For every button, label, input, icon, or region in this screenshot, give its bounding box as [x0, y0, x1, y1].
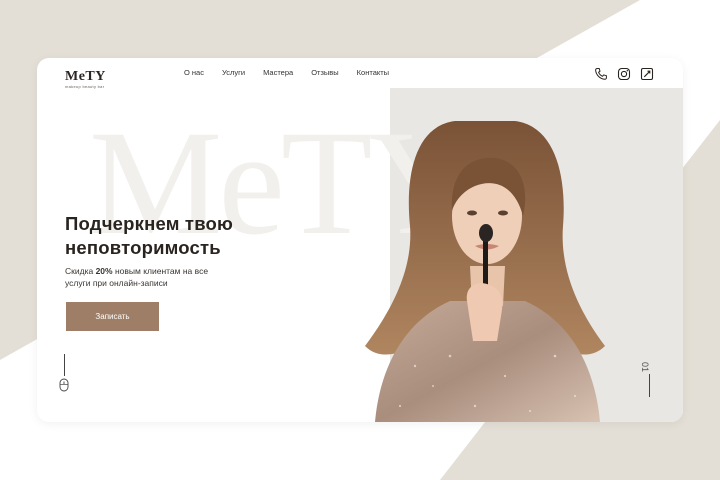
- nav-item-masters[interactable]: Мастера: [263, 68, 293, 77]
- nav-item-about[interactable]: О нас: [184, 68, 204, 77]
- header-icons: [594, 67, 654, 81]
- instagram-icon[interactable]: [617, 67, 631, 81]
- logo-subtitle: makeup beauty bar: [65, 84, 105, 89]
- phone-icon[interactable]: [594, 67, 608, 81]
- hero-subtitle-line-2: услуги при онлайн-записи: [65, 277, 168, 288]
- hero-subtitle-rest: новым клиентам на все: [112, 266, 209, 276]
- hero-title-line-1: Подчеркнем твою: [65, 213, 234, 234]
- book-button[interactable]: Записать: [66, 302, 159, 331]
- nav-item-contacts[interactable]: Контакты: [357, 68, 389, 77]
- logo-title: MeTY: [65, 69, 106, 84]
- slide-indicator-line: [649, 374, 650, 397]
- mouse-scroll-icon[interactable]: [59, 378, 69, 392]
- nav-item-services[interactable]: Услуги: [222, 68, 245, 77]
- nav-item-reviews[interactable]: Отзывы: [311, 68, 338, 77]
- landing-card: MeTY MeTY makeup beauty bar О нас Услуги…: [37, 58, 683, 422]
- scroll-indicator-line: [64, 354, 65, 376]
- site-logo[interactable]: MeTY makeup beauty bar: [65, 70, 106, 89]
- hero-title: Подчеркнем твою неповторимость: [65, 212, 325, 260]
- discount-value: 20%: [95, 266, 113, 276]
- hero-title-line-2: неповторимость: [65, 237, 221, 258]
- booking-icon[interactable]: [640, 67, 654, 81]
- hero-subtitle-prefix: Скидка: [65, 266, 96, 276]
- hero-subtitle: Скидка 20% новым клиентам на все услуги …: [65, 266, 265, 289]
- hero-model-photo: [365, 121, 605, 422]
- main-nav: О нас Услуги Мастера Отзывы Контакты: [184, 68, 389, 77]
- slide-counter: 01: [640, 362, 650, 373]
